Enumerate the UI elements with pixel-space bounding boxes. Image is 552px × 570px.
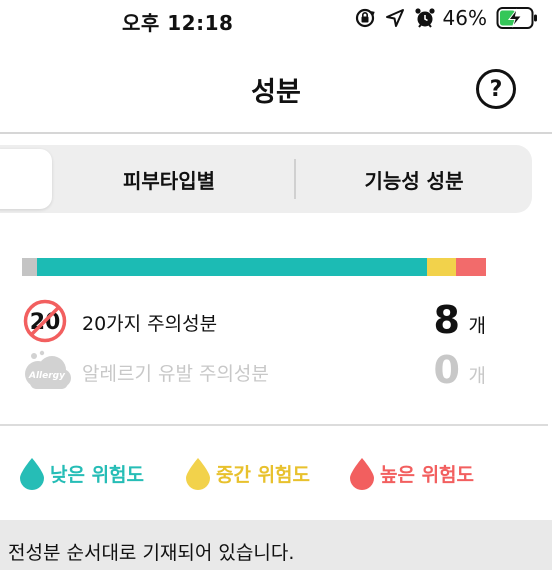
risk-bar-segment-low [37,258,428,276]
question-mark-icon: ? [489,76,503,102]
caution20-row[interactable]: 20 20가지 주의성분 8 개 [22,296,488,346]
segmented-tabs: 피부타입별 기능성 성분 [0,145,532,213]
status-bar: 오후 12:18 46% [0,0,552,42]
risk-distribution-bar [22,258,486,276]
ingredient-order-text: 전성분 순서대로 기재되어 있습니다. [8,542,295,564]
status-icons: 46% [354,6,538,30]
drop-medium-icon [184,456,212,490]
risk-bar-segment-unknown [22,258,38,276]
ingredient-order-note: 전성분 순서대로 기재되어 있습니다. [0,520,552,570]
battery-charging-icon [496,6,538,30]
allergy-cloud-icon: Allergy [22,348,71,394]
caution20-label: 20가지 주의성분 [82,313,218,335]
section-divider [0,424,548,426]
tab-skin-type-label: 피부타입별 [123,168,215,193]
battery-percent: 46% [442,6,487,30]
status-time: 오후 12:18 [122,11,234,35]
tab-functional-label: 기능성 성분 [364,168,464,193]
allergy-row[interactable]: Allergy 알레르기 유발 주의성분 0 개 [22,346,488,396]
location-arrow-icon [385,8,405,28]
allergy-count: 0 [433,348,460,392]
alarm-icon [414,7,436,29]
drop-high-icon [348,456,376,490]
legend-medium: 중간 위험도 [184,456,310,490]
orientation-lock-icon [354,7,376,29]
nav-header: 성분 ? [0,42,552,134]
risk-bar-segment-medium [427,258,457,276]
allergy-icon-text: Allergy [28,371,66,381]
risk-bar-segment-high [456,258,486,276]
legend-low-label: 낮은 위험도 [50,463,145,486]
tab-skin-type[interactable]: 피부타입별 [42,145,296,213]
tab-functional[interactable]: 기능성 성분 [296,145,532,213]
caution20-unit: 개 [468,315,486,337]
allergy-unit: 개 [468,365,486,387]
allergy-label: 알레르기 유발 주의성분 [82,363,269,385]
legend-high: 높은 위험도 [348,456,474,490]
help-button[interactable]: ? [476,69,516,109]
no-20-icon: 20 [22,298,68,344]
risk-legend: 낮은 위험도 중간 위험도 높은 위험도 [0,456,552,492]
legend-low: 낮은 위험도 [18,456,144,490]
legend-medium-label: 중간 위험도 [216,463,311,486]
drop-low-icon [18,456,46,490]
legend-high-label: 높은 위험도 [380,463,475,486]
page-title: 성분 [251,77,301,108]
caution20-count: 8 [433,298,460,342]
